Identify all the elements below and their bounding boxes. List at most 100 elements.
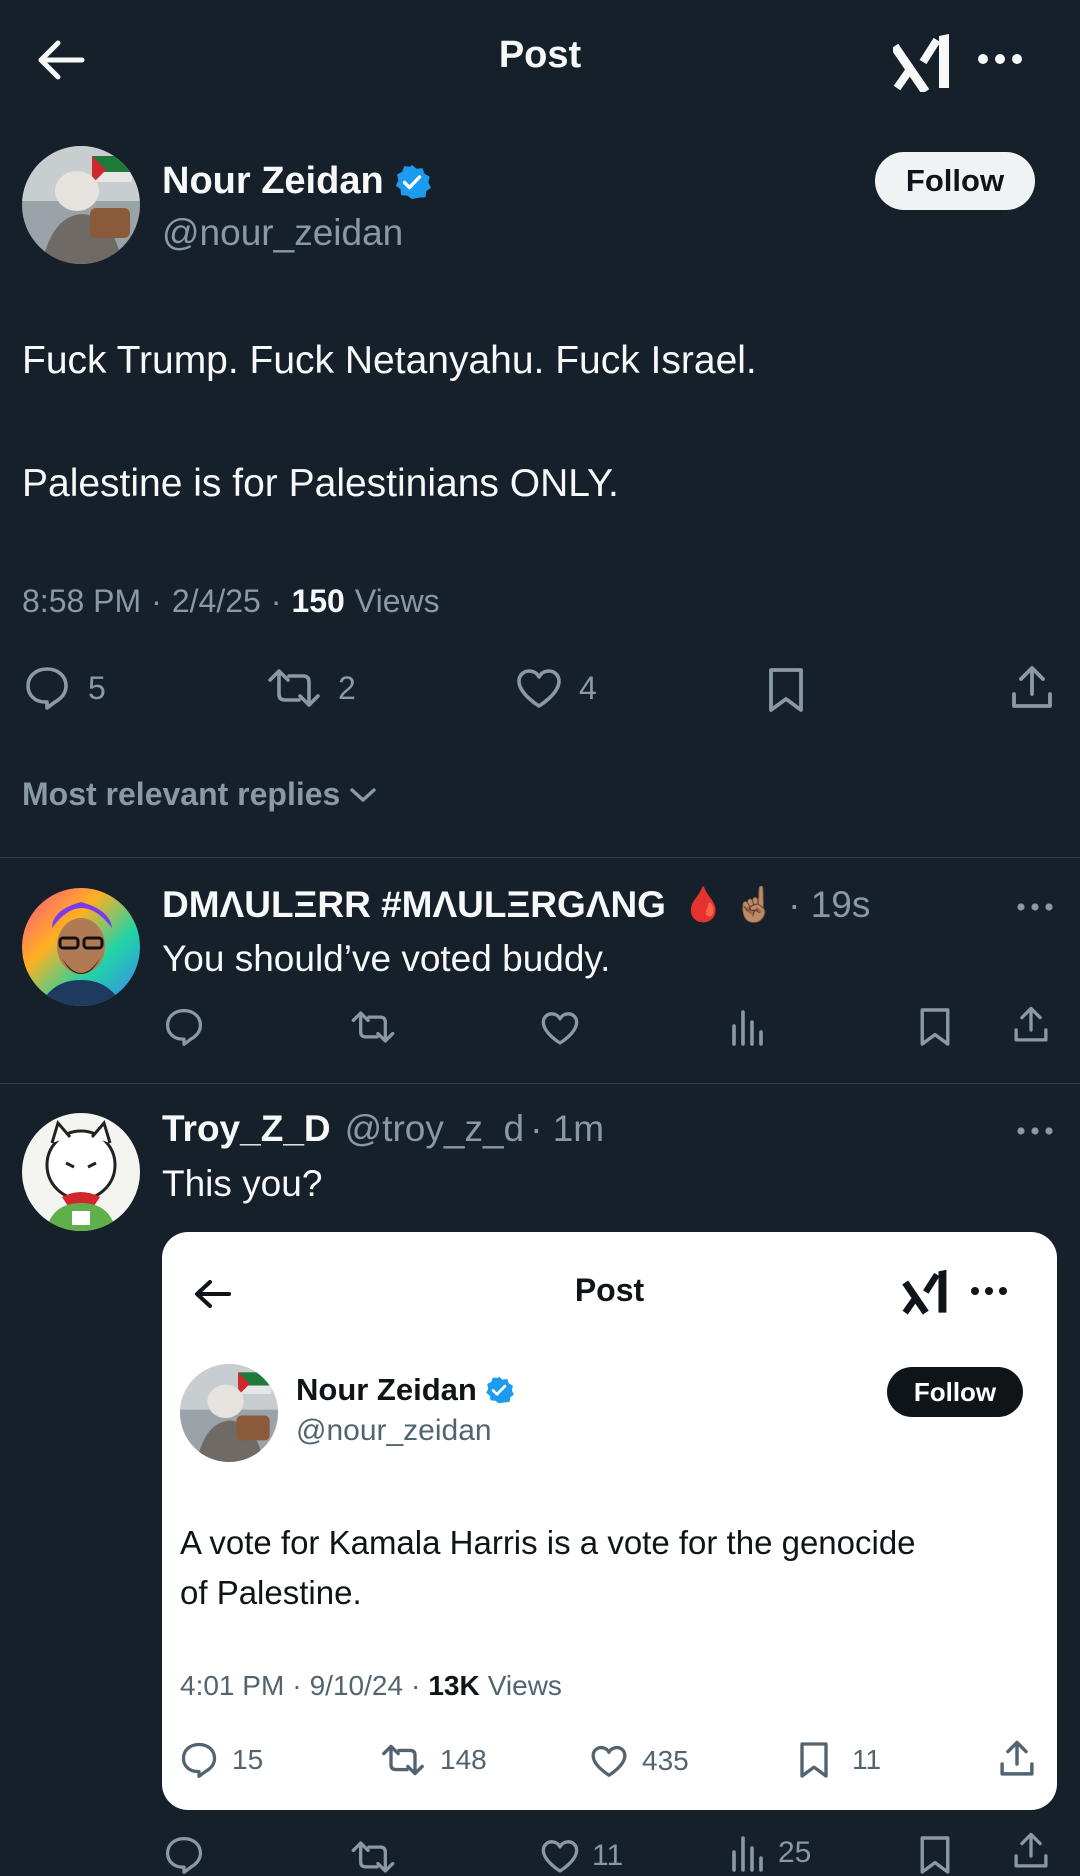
reply-like-button[interactable]: 11 [540,1838,623,1874]
share-icon [1014,1006,1048,1042]
views-chart-icon [732,1010,763,1046]
card-like-stat: 435 [590,1744,689,1778]
card-author-handle: @nour_zeidan [296,1414,492,1447]
more-dots-icon [1017,903,1053,911]
divider [0,857,1080,858]
reply-more-button[interactable] [1016,1126,1054,1136]
reply-text: You should’ve voted buddy. [162,938,611,979]
reply-icon [181,1742,217,1778]
meta-sep: · [292,1670,302,1701]
heart-icon [541,1012,579,1045]
reply-header: DMΛULΞRR #MΛULΞRGΛNG 🩸 ☝🏽 · 19s [162,884,870,926]
card-like-count: 435 [642,1745,689,1776]
more-dots-icon [1017,1127,1053,1135]
reply-avatar-dmaulerr[interactable] [22,888,140,1006]
heart-icon [591,1745,627,1777]
more-options-button[interactable] [976,52,1024,66]
avatar-image [22,146,140,264]
card-author-name-row: Nour Zeidan [296,1372,514,1408]
card-views-label: Views [487,1670,562,1701]
repost-count: 2 [338,669,356,706]
card-repost-count: 148 [440,1744,487,1775]
attached-screenshot-image[interactable]: Post Nour Zeidan @nour_zeidan Follow A v… [162,1232,1057,1810]
views-count[interactable]: 150 [291,583,344,620]
reply-author-handle[interactable]: @troy_z_d [345,1108,524,1150]
reply-reply-button[interactable] [164,1008,204,1046]
reply-time[interactable]: · 19s [788,884,870,926]
avatar-image [22,1113,140,1231]
share-icon [1014,1832,1048,1868]
reply-button[interactable]: 5 [24,666,106,710]
author-avatar[interactable] [22,146,140,264]
reply-views-button[interactable]: 25 [730,1834,811,1872]
reply-icon [165,1008,203,1046]
card-reply-stat: 15 [180,1742,263,1778]
verified-badge-icon [486,1376,514,1404]
chevron-down-icon [350,787,377,802]
reply-header: Troy_Z_D @troy_z_d · 1m [162,1108,604,1150]
reply-count: 5 [88,669,106,706]
reply-bookmark-button[interactable] [918,1834,952,1876]
reply-views-button[interactable] [730,1008,764,1046]
grok-x-logo-icon [893,34,949,92]
card-views-count: 13K [428,1670,480,1701]
views-chart-icon [732,1836,763,1872]
card-author-avatar [180,1364,278,1462]
share-icon [1000,1740,1034,1776]
author-name: Nour Zeidan [162,160,384,202]
avatar-image [180,1364,278,1462]
meta-sep: · [411,1670,421,1701]
share-icon [1012,666,1052,708]
reply-icon [26,667,68,710]
reply-like-button[interactable] [540,1010,580,1046]
follow-button[interactable]: Follow [875,152,1035,210]
reply-share-button[interactable] [1012,1004,1050,1046]
reply-views-count: 25 [778,1836,812,1869]
reply-text: This you? [162,1163,323,1204]
bookmark-button[interactable] [766,666,806,714]
reply-author-emojis: 🩸 ☝🏽 [681,886,777,924]
heart-icon [541,1840,579,1873]
post-text-line-1: Fuck Trump. Fuck Netanyahu. Fuck Israel. [22,339,757,382]
card-post-text: A vote for Kamala Harris is a vote for t… [180,1518,916,1618]
grok-logo-button[interactable] [893,32,951,92]
reply-time[interactable]: · 1m [530,1108,604,1150]
heart-icon [517,669,561,708]
card-share-stat [998,1738,1036,1780]
card-bookmark-count: 11 [852,1744,882,1775]
card-grok-logo [902,1268,948,1316]
reply-author-name[interactable]: Troy_Z_D [162,1108,331,1150]
verified-badge-icon [395,164,431,199]
author-name-row[interactable]: Nour Zeidan [162,160,431,203]
card-post-text-line-2: of Palestine. [180,1574,362,1611]
reply-more-button[interactable] [1016,902,1054,912]
reply-bookmark-button[interactable] [918,1006,952,1048]
card-post-time: 4:01 PM [180,1670,285,1701]
repost-button[interactable]: 2 [266,668,356,708]
reply-share-button[interactable] [1012,1830,1050,1872]
reply-repost-button[interactable] [350,1840,396,1874]
reply-author-name[interactable]: DMΛULΞRR #MΛULΞRGΛNG [162,884,666,926]
replies-sort-dropdown[interactable]: Most relevant replies [22,776,378,813]
views-label[interactable]: Views [355,583,440,620]
bookmark-icon [769,668,803,712]
reply-repost-button[interactable] [350,1010,396,1044]
card-bookmark-stat: 11 [798,1740,881,1780]
reply-avatar-troy[interactable] [22,1113,140,1231]
reply-reply-button[interactable] [164,1836,204,1874]
card-repost-stat: 148 [380,1744,487,1776]
reply-icon [165,1836,203,1874]
divider [0,1083,1080,1084]
author-handle[interactable]: @nour_zeidan [162,212,403,254]
card-follow-button: Follow [887,1367,1023,1417]
share-button[interactable] [1009,664,1055,712]
like-count: 4 [579,669,597,706]
post-meta: 8:58 PM · 2/4/25 · 150 Views [22,583,440,620]
more-dots-icon [971,1287,1007,1295]
post-time: 8:58 PM [22,583,142,619]
repost-icon [351,1011,395,1043]
card-post-date: 9/10/24 [309,1670,404,1701]
like-button[interactable]: 4 [515,667,597,709]
repost-icon [351,1841,395,1873]
more-dots-icon [978,54,1022,64]
